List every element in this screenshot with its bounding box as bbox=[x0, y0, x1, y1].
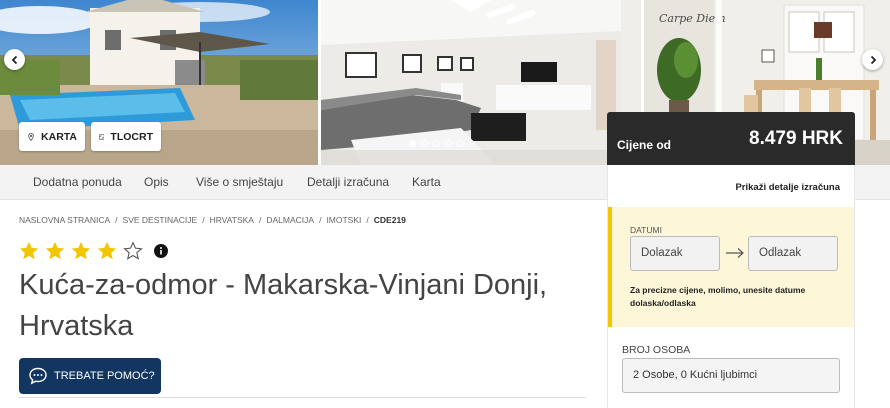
gallery-photo-living-room[interactable] bbox=[321, 0, 641, 165]
price-value: 8.479 HRK bbox=[749, 127, 843, 149]
gallery-dot[interactable] bbox=[421, 140, 428, 147]
breadcrumb-item[interactable]: DALMACIJA bbox=[266, 215, 314, 225]
breadcrumb-current: CDE219 bbox=[373, 215, 406, 225]
floorplan-button-label: TLOCRT bbox=[110, 130, 153, 143]
gallery-pagination bbox=[409, 140, 464, 147]
breadcrumb: NASLOVNA STRANICA / SVE DESTINACIJE / HRVA… bbox=[19, 215, 406, 225]
floorplan-icon bbox=[99, 133, 105, 140]
star-rating bbox=[18, 240, 172, 262]
arrival-date-input[interactable]: Dolazak bbox=[630, 236, 720, 271]
chat-bubble-icon bbox=[29, 367, 47, 385]
booking-panel: DATUMI Dolazak Odlazak Za precizne cijen… bbox=[607, 207, 855, 408]
gallery-dot[interactable] bbox=[409, 140, 416, 147]
calculation-details-area: Prikaži detalje izračuna bbox=[607, 165, 855, 207]
map-button[interactable]: KARTA bbox=[19, 122, 85, 151]
map-pin-icon bbox=[28, 132, 34, 141]
breadcrumb-item[interactable]: NASLOVNA STRANICA bbox=[19, 215, 110, 225]
chevron-left-icon bbox=[11, 55, 17, 64]
gallery-dot[interactable] bbox=[433, 140, 440, 147]
tab-map[interactable]: Karta bbox=[412, 165, 441, 200]
gallery-dot[interactable] bbox=[457, 140, 464, 147]
help-button-label: TREBATE POMOĆ? bbox=[54, 370, 155, 382]
star-filled-icon bbox=[45, 241, 65, 260]
tab-description[interactable]: Opis bbox=[144, 165, 169, 200]
photo-gallery: Carpe Diem KARTA TLOCRT Cijene od 8.479 … bbox=[0, 0, 890, 165]
breadcrumb-item[interactable]: SVE DESTINACIJE bbox=[123, 215, 198, 225]
breadcrumb-item[interactable]: IMOTSKI bbox=[326, 215, 361, 225]
breadcrumb-item[interactable]: HRVATSKA bbox=[210, 215, 254, 225]
dates-section: DATUMI Dolazak Odlazak Za precizne cijen… bbox=[608, 207, 854, 327]
floorplan-button[interactable]: TLOCRT bbox=[91, 122, 161, 151]
section-divider bbox=[19, 397, 586, 398]
star-filled-icon bbox=[19, 241, 39, 260]
gallery-next-button[interactable] bbox=[862, 49, 883, 70]
tab-calculation-details[interactable]: Detalji izračuna bbox=[307, 165, 389, 200]
map-button-label: KARTA bbox=[41, 130, 77, 143]
tab-additional-offer[interactable]: Dodatna ponuda bbox=[33, 165, 122, 200]
show-calculation-details-link[interactable]: Prikaži detalje izračuna bbox=[735, 182, 840, 193]
persons-label: BROJ OSOBA bbox=[622, 344, 691, 356]
tab-more-about-accommodation[interactable]: Više o smještaju bbox=[196, 165, 283, 200]
departure-date-input[interactable]: Odlazak bbox=[748, 236, 838, 271]
chevron-right-icon bbox=[870, 55, 876, 64]
wall-sign-text: Carpe Diem bbox=[659, 12, 726, 25]
star-empty-icon bbox=[123, 241, 143, 260]
page-title: Kuća-za-odmor - Makarska-Vinjani Donji, … bbox=[19, 269, 548, 342]
gallery-prev-button[interactable] bbox=[4, 49, 25, 70]
gallery-dot[interactable] bbox=[445, 140, 452, 147]
dates-note: Za precizne cijene, molimo, unesite datu… bbox=[630, 285, 806, 308]
info-icon[interactable] bbox=[154, 244, 168, 258]
star-filled-icon bbox=[97, 241, 117, 260]
dates-label: DATUMI bbox=[630, 225, 662, 235]
persons-select[interactable]: 2 Osobe, 0 Kućni ljubimci bbox=[622, 358, 840, 393]
star-filled-icon bbox=[71, 241, 91, 260]
help-button[interactable]: TREBATE POMOĆ? bbox=[19, 358, 161, 394]
price-label: Cijene od bbox=[617, 137, 672, 152]
arrow-right-icon bbox=[726, 248, 744, 258]
price-box: Cijene od 8.479 HRK bbox=[607, 112, 855, 165]
